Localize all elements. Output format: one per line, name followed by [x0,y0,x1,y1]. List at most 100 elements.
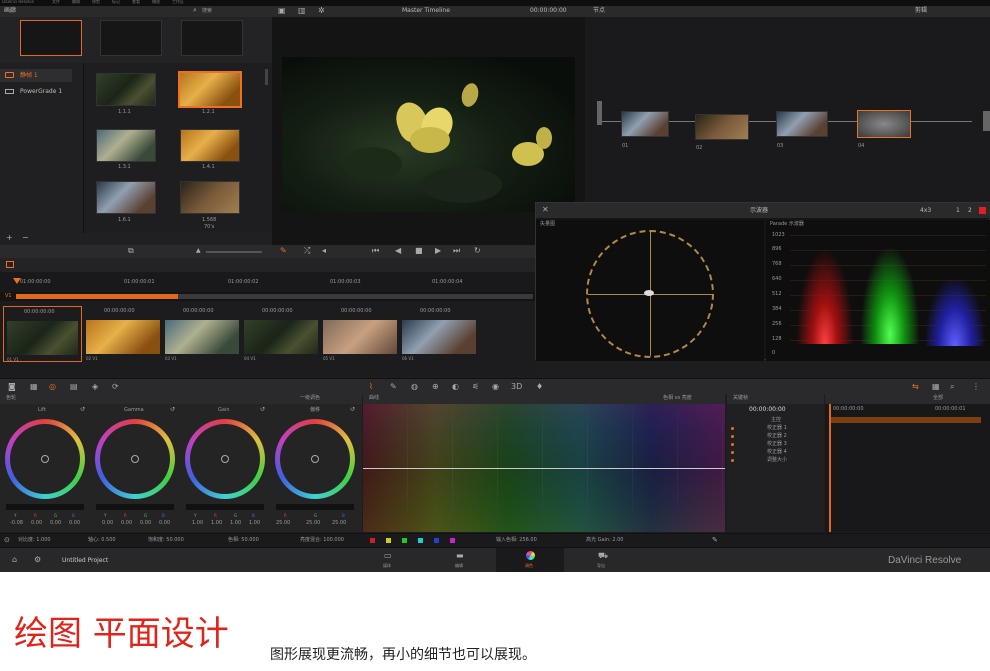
rgb-mixer-icon[interactable]: ▤ [70,383,78,391]
status-item[interactable]: 对比度: 1.000 [18,538,51,543]
curve-line[interactable] [363,468,725,469]
wheel-slider[interactable] [276,504,354,510]
wheel-value[interactable]: 0.00 [50,521,61,526]
wheel-value[interactable]: 25.00 [276,521,290,526]
key-icon[interactable]: ◉ [492,383,499,391]
keyframe-dot[interactable] [731,443,734,446]
curves-input-value[interactable]: 输入色相: 256.00 [496,538,537,543]
menu-item[interactable]: 修剪 [92,0,100,4]
timeline-name[interactable]: Master Timeline [402,8,450,14]
scopes-layout[interactable]: 4x3 [920,208,931,214]
keyframe-row[interactable]: 主控 [727,417,824,425]
timeline-ruler[interactable]: 01:00:00:00 01:00:00:01 01:00:00:02 01:0… [0,272,535,292]
wheel-center[interactable] [221,455,229,463]
wheel-value[interactable]: 0.00 [140,521,151,526]
wheel-slider[interactable] [6,504,84,510]
swatch-yellow[interactable] [386,538,391,543]
album-slot[interactable] [181,20,243,56]
clip-thumb[interactable]: 00:00:00:00 06 V1 [400,306,478,362]
album-slot[interactable] [100,20,162,56]
menu-item[interactable]: 编辑 [72,0,80,4]
status-item[interactable]: 色相: 50.000 [228,538,259,543]
reset-icon[interactable]: ↺ [80,407,85,413]
wheel-center[interactable] [131,455,139,463]
wheel-value[interactable]: 1.00 [249,521,260,526]
timeline-clip-bar[interactable] [16,294,178,299]
node-03[interactable] [776,111,828,137]
camera-raw-icon[interactable]: ◙ [8,383,16,391]
node-02[interactable] [695,114,749,140]
scopes-page-active[interactable] [979,207,986,214]
wheel-value[interactable]: 1.00 [230,521,241,526]
zoom-slider[interactable] [206,251,262,253]
step-back-icon[interactable]: ◀ [395,247,401,255]
menu-item[interactable]: 工作区 [172,0,184,4]
blur-icon[interactable]: ⚟ [472,383,479,391]
wheel-slider[interactable] [96,504,174,510]
tracker-icon[interactable]: ⊕ [432,383,439,391]
node-editor-canvas[interactable]: 01 02 03 04 [585,17,990,202]
curves-gain-value[interactable]: 高光 Gain: 2.00 [586,538,624,543]
remove-icon[interactable]: − [22,234,29,242]
eyedropper-icon[interactable]: ✎ [712,537,718,544]
swatch-magenta[interactable] [450,538,455,543]
scopes-page[interactable]: 1 [956,208,960,214]
menu-item[interactable]: 播放 [152,0,160,4]
effects-icon[interactable]: ✲ [318,7,325,15]
page-tab-edit[interactable]: ▬ 编辑 [444,548,478,572]
menu-item[interactable]: 文件 [52,0,60,4]
status-item[interactable]: 亮度混合: 100.000 [300,538,344,543]
still-thumbnail[interactable] [96,73,156,106]
nodes-mode[interactable]: 剪辑 [915,8,927,14]
menu-item[interactable]: 查看 [132,0,140,4]
wheel-value[interactable]: 25.00 [332,521,346,526]
node-01[interactable] [621,111,669,137]
swatch-red[interactable] [370,538,375,543]
keyframes-track-title[interactable]: 全部 [933,396,943,401]
reset-icon[interactable]: ↺ [260,407,265,413]
album-slot[interactable] [20,20,82,56]
gallery-scrollbar[interactable] [265,69,268,85]
status-settings-icon[interactable]: ⊙ [4,537,10,544]
wheel-center[interactable] [41,455,49,463]
keyframe-playhead[interactable] [829,404,831,532]
swatch-green[interactable] [402,538,407,543]
curves-mode-dropdown[interactable]: 色相 vs 亮度 [663,396,692,401]
window-icon[interactable]: ◍ [411,383,418,391]
reset-icon[interactable]: ↺ [170,407,175,413]
add-icon[interactable]: + [6,234,13,242]
wheel-slider[interactable] [186,504,264,510]
vectorscope-title[interactable]: 矢量图 [540,222,555,227]
status-item[interactable]: 轴心: 0.500 [88,538,116,543]
speaker-icon[interactable]: ◂ [322,247,326,255]
settings-icon[interactable]: ⚙ [34,556,41,564]
node-04[interactable] [857,110,911,138]
gallery-item-powergrade[interactable]: PowerGrade 1 [0,85,72,98]
grid-view-icon[interactable]: ▦ [932,383,940,391]
clip-thumb[interactable]: 00:00:00:00 03 V1 [163,306,241,362]
still-thumbnail[interactable] [178,71,242,108]
swatch-cyan[interactable] [418,538,423,543]
swatch-blue[interactable] [434,538,439,543]
curves-graph[interactable] [363,404,725,532]
color-wheels-icon[interactable]: ◎ [49,383,56,391]
color-match-icon[interactable]: ▦ [30,383,38,391]
search-input[interactable]: 搜索 [202,9,212,14]
gallery-item-still[interactable]: 静帧 1 [0,69,72,82]
wheel-value[interactable]: 0.00 [102,521,113,526]
search-icon-2[interactable]: ⌕ [950,383,954,391]
parade-title[interactable]: Parade 示波器 [770,222,804,227]
loop-icon[interactable]: ↻ [474,247,481,255]
page-tab-deliver[interactable]: ⛟ 导出 [588,548,622,572]
search-icon[interactable]: ⌕ [193,7,197,14]
page-tab-media[interactable]: ▭ 媒体 [372,548,406,572]
picker-icon[interactable]: ✎ [280,247,287,255]
keyframe-dot[interactable] [731,427,734,430]
color-mode-dropdown[interactable]: 一级调色 [300,396,320,401]
grab-still-icon[interactable]: ⧉ [128,247,134,255]
curves-icon[interactable]: ⌇ [369,383,373,391]
stop-icon[interactable]: ■ [415,247,423,255]
page-tab-color[interactable]: 调色 [496,548,564,572]
timeline-clip-bar[interactable] [178,294,533,299]
keyframe-row[interactable]: 校正器 1 [727,425,824,433]
